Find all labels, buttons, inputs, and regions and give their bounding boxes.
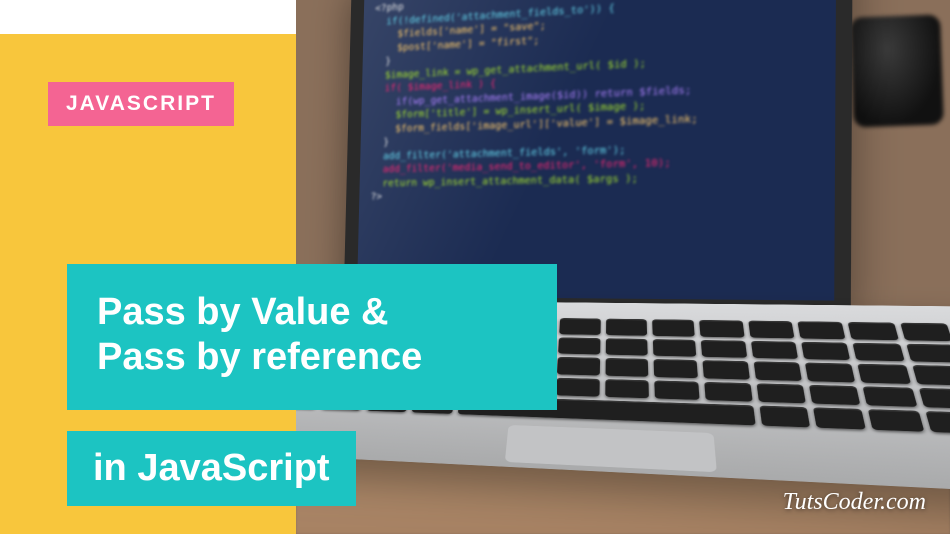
category-badge-text: JAVASCRIPT (66, 92, 216, 115)
title-line-2: Pass by reference (97, 335, 527, 380)
trackpad (505, 425, 717, 472)
subtitle-text: in JavaScript (93, 447, 330, 489)
watermark-text: TutsCoder.com (783, 489, 926, 515)
code-editor-blur: <?php if(!defined('attachment_fields_to'… (368, 0, 822, 291)
title-line-1: Pass by Value & (97, 290, 527, 335)
subtitle-box: in JavaScript (67, 431, 356, 506)
category-badge: JAVASCRIPT (48, 82, 234, 126)
title-box: Pass by Value & Pass by reference (67, 264, 557, 410)
watermark: TutsCoder.com (783, 489, 926, 516)
banner-stage: <?php if(!defined('attachment_fields_to'… (0, 0, 950, 534)
